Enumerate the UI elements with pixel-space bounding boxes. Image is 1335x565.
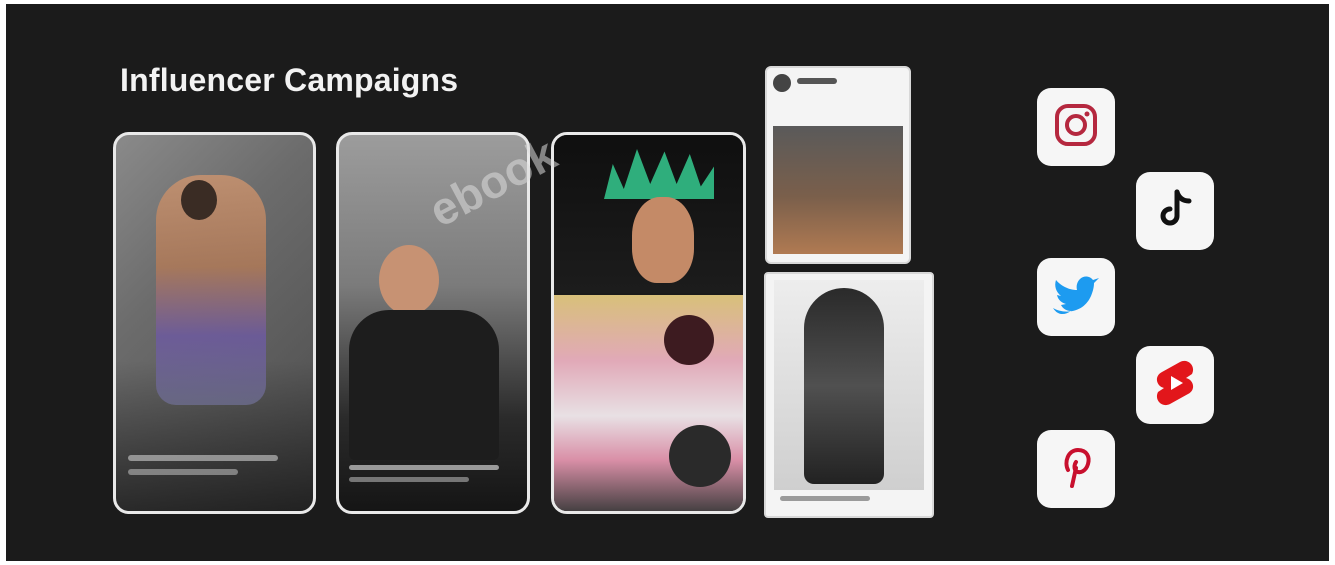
youtube-shorts-badge[interactable] xyxy=(1136,346,1214,424)
tiktok-icon xyxy=(1150,184,1200,239)
collage-circle xyxy=(669,425,731,487)
influencer-photo xyxy=(379,245,439,315)
caption-bar xyxy=(349,465,499,470)
campaign-phone-1 xyxy=(113,132,316,514)
post-photo xyxy=(773,126,903,254)
youtube-shorts-icon xyxy=(1150,356,1200,415)
caption-bar xyxy=(349,477,469,482)
page-title: Influencer Campaigns xyxy=(120,62,459,98)
pinterest-badge[interactable] xyxy=(1037,430,1115,508)
influencer-face xyxy=(632,197,694,283)
caption-bar xyxy=(780,496,870,501)
influencer-photo-body xyxy=(349,310,499,460)
pinterest-icon xyxy=(1054,442,1098,497)
avatar xyxy=(773,74,791,92)
campaign-phone-3 xyxy=(551,132,746,514)
instagram-post-card xyxy=(765,66,911,264)
instagram-badge[interactable] xyxy=(1037,88,1115,166)
twitter-icon xyxy=(1049,272,1103,323)
fashion-post-card xyxy=(764,272,934,518)
twitter-badge[interactable] xyxy=(1037,258,1115,336)
instagram-icon xyxy=(1051,100,1101,155)
tiktok-badge[interactable] xyxy=(1136,172,1214,250)
collage-circle xyxy=(664,315,714,365)
caption-bar xyxy=(128,469,238,475)
caption-bar xyxy=(128,455,278,461)
username-bar xyxy=(797,78,837,84)
influencer-photo-detail xyxy=(181,180,217,220)
influencer-silhouette xyxy=(804,288,884,484)
